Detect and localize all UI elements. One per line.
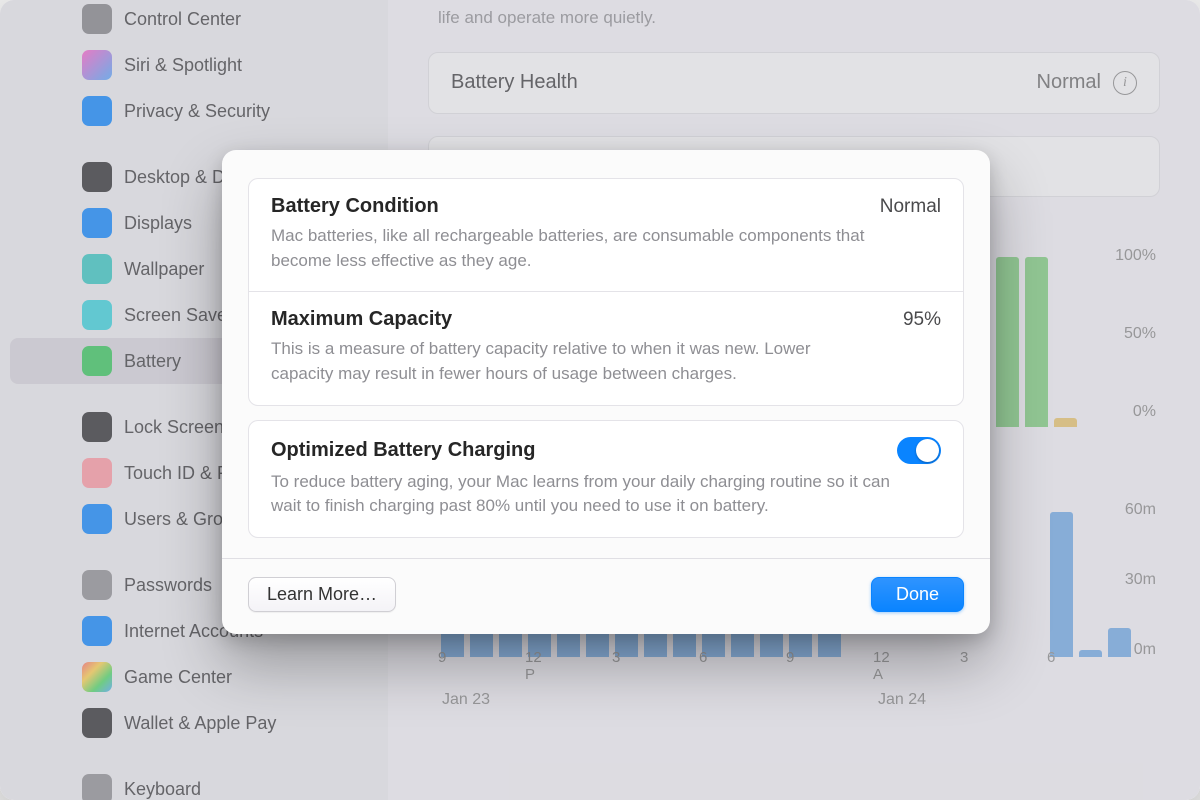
battery-condition-value: Normal xyxy=(880,196,941,218)
battery-condition-title: Battery Condition xyxy=(271,195,439,218)
optimized-charging-group: Optimized Battery Charging To reduce bat… xyxy=(248,420,964,538)
optimized-charging-title: Optimized Battery Charging xyxy=(271,439,535,462)
battery-info-group: Battery Condition Normal Mac batteries, … xyxy=(248,178,964,406)
optimized-charging-section: Optimized Battery Charging To reduce bat… xyxy=(249,421,963,537)
maximum-capacity-desc: This is a measure of battery capacity re… xyxy=(271,337,871,386)
done-button[interactable]: Done xyxy=(871,577,964,612)
maximum-capacity-section: Maximum Capacity 95% This is a measure o… xyxy=(249,291,963,404)
optimized-charging-desc: To reduce battery aging, your Mac learns… xyxy=(271,470,921,519)
battery-health-sheet: Battery Condition Normal Mac batteries, … xyxy=(222,150,990,634)
learn-more-button[interactable]: Learn More… xyxy=(248,577,396,612)
maximum-capacity-title: Maximum Capacity xyxy=(271,308,452,331)
battery-condition-section: Battery Condition Normal Mac batteries, … xyxy=(249,179,963,291)
maximum-capacity-value: 95% xyxy=(903,309,941,331)
battery-condition-desc: Mac batteries, like all rechargeable bat… xyxy=(271,224,871,273)
optimized-charging-toggle[interactable] xyxy=(897,437,941,464)
